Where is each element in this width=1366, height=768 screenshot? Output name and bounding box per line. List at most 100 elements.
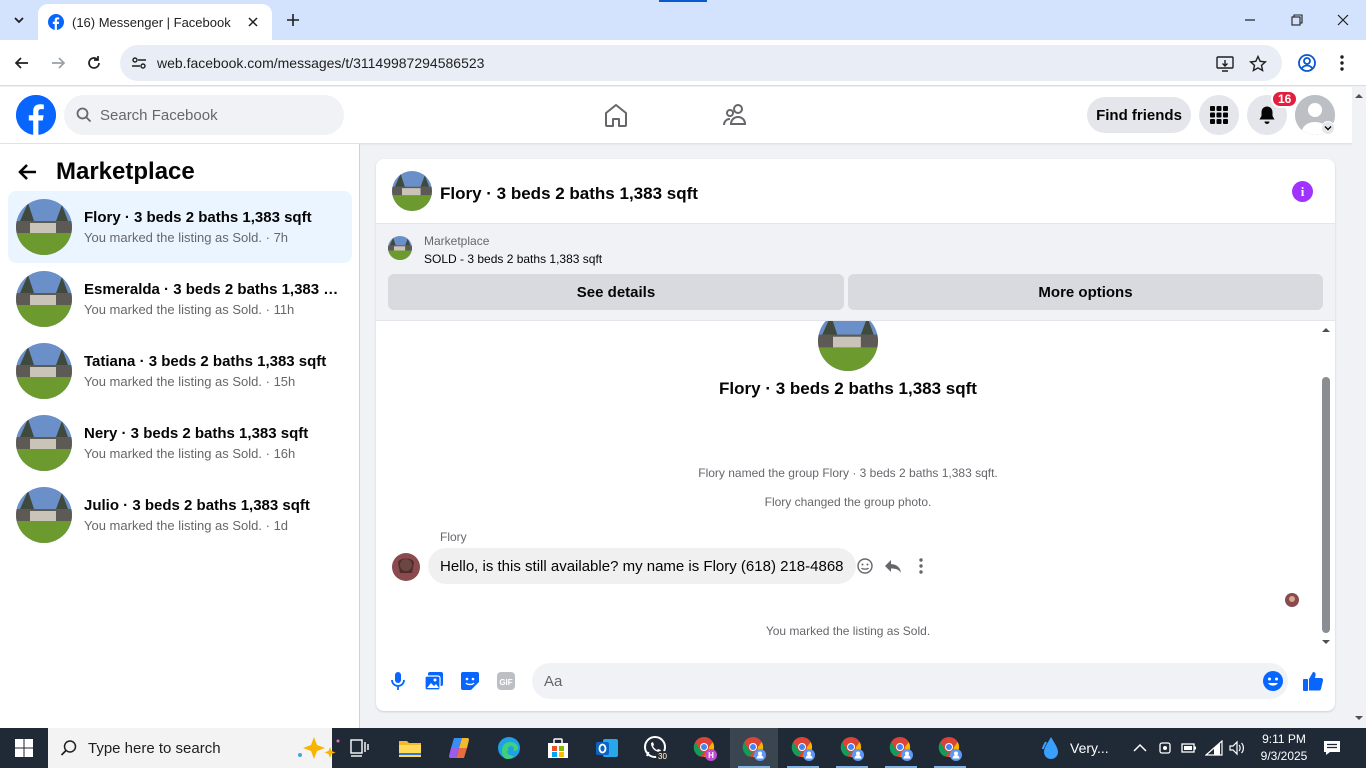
chrome-window-icon[interactable]: [828, 728, 876, 768]
message-composer: GIF: [376, 655, 1335, 711]
notification-count-badge: 16: [1271, 90, 1299, 108]
listing-photo-thumbnail: [16, 199, 72, 255]
info-icon[interactable]: i: [1292, 181, 1313, 202]
wifi-icon[interactable]: [1205, 728, 1223, 768]
search-icon: [76, 107, 92, 123]
more-options-button[interactable]: More options: [848, 274, 1323, 310]
conversation-name: Nery · 3 beds 2 baths 1,383 sqft: [84, 425, 309, 442]
see-details-button[interactable]: See details: [388, 274, 844, 310]
thread-scrollbar[interactable]: [1319, 321, 1333, 649]
restore-icon[interactable]: [1287, 10, 1307, 30]
tab-close-icon[interactable]: [244, 13, 262, 31]
minimize-icon[interactable]: [1240, 10, 1260, 30]
whatsapp-icon[interactable]: 30: [632, 728, 680, 768]
sticker-icon[interactable]: [458, 669, 482, 693]
conversation-name: Tatiana · 3 beds 2 baths 1,383 sqft: [84, 353, 327, 370]
chat-group-photo[interactable]: [392, 171, 432, 211]
page-title: Marketplace: [56, 158, 195, 185]
close-window-icon[interactable]: [1333, 10, 1353, 30]
taskbar-search-input[interactable]: [88, 739, 268, 757]
svg-text:GIF: GIF: [499, 678, 512, 687]
clock-date: 9/3/2025: [1260, 749, 1308, 763]
chrome-window-active-icon[interactable]: [730, 728, 778, 768]
conversation-item-flory[interactable]: Flory · 3 beds 2 baths 1,383 sqft You ma…: [8, 191, 352, 263]
volume-icon[interactable]: [1228, 728, 1246, 768]
sender-avatar[interactable]: [392, 553, 420, 581]
conversation-item-nery[interactable]: Nery · 3 beds 2 baths 1,383 sqft You mar…: [8, 407, 352, 479]
notification-center-icon[interactable]: [1323, 728, 1341, 768]
battery-icon[interactable]: [1181, 728, 1197, 768]
bookmark-star-icon[interactable]: [1248, 54, 1268, 74]
message-input[interactable]: [532, 663, 1288, 699]
whatsapp-badge: 30: [658, 752, 667, 761]
microsoft-store-icon[interactable]: [534, 728, 582, 768]
facebook-search-box[interactable]: [64, 95, 344, 135]
chat-title[interactable]: Flory · 3 beds 2 baths 1,383 sqft: [440, 184, 698, 204]
conversation-item-tatiana[interactable]: Tatiana · 3 beds 2 baths 1,383 sqft You …: [8, 335, 352, 407]
task-view-icon[interactable]: [336, 728, 384, 768]
profile-icon[interactable]: [1297, 53, 1317, 73]
reply-arrow-icon[interactable]: [883, 556, 903, 576]
meet-now-icon[interactable]: [1157, 728, 1173, 768]
weather-widget[interactable]: Very...: [1040, 728, 1109, 768]
conversation-preview: You marked the listing as Sold. · 16h: [84, 446, 296, 461]
marketplace-conversations-panel: Marketplace Flory · 3 beds 2 baths 1,383…: [0, 144, 360, 728]
back-arrow-icon[interactable]: [18, 162, 38, 182]
conversation-item-esmeralda[interactable]: Esmeralda · 3 beds 2 baths 1,383 s... Yo…: [8, 263, 352, 335]
chrome-window-icon[interactable]: [877, 728, 925, 768]
chrome-window-icon[interactable]: [779, 728, 827, 768]
copilot-app-icon[interactable]: [435, 728, 483, 768]
browser-menu-icon[interactable]: [1332, 53, 1352, 73]
gif-icon[interactable]: GIF: [494, 669, 518, 693]
account-chevron-down-icon[interactable]: [1321, 121, 1335, 135]
facebook-logo-icon[interactable]: [16, 95, 56, 135]
forward-arrow-icon[interactable]: [46, 51, 70, 75]
system-message: Flory named the group Flory · 3 beds 2 b…: [698, 466, 998, 480]
taskbar-search-box[interactable]: [48, 728, 340, 768]
menu-grid-icon[interactable]: [1199, 95, 1239, 135]
outlook-icon[interactable]: [583, 728, 631, 768]
system-clock[interactable]: 9:11 PM 9/3/2025: [1254, 731, 1314, 765]
back-arrow-icon[interactable]: [10, 51, 34, 75]
chrome-window-icon[interactable]: [926, 728, 974, 768]
more-options-dots-icon[interactable]: [911, 556, 931, 576]
browser-tab-bar: (16) Messenger | Facebook: [0, 0, 1366, 40]
edge-browser-icon[interactable]: [485, 728, 533, 768]
thread-scrollbar-thumb[interactable]: [1322, 377, 1330, 633]
show-hidden-icons-chevron-icon[interactable]: [1133, 728, 1147, 768]
group-photo: [818, 321, 878, 371]
browser-tab-messenger[interactable]: (16) Messenger | Facebook: [38, 4, 272, 40]
page-scrollbar[interactable]: [1352, 87, 1366, 728]
listing-photo-thumbnail: [16, 415, 72, 471]
listing-thumbnail: [388, 236, 412, 260]
thumbs-up-icon[interactable]: [1301, 669, 1325, 693]
chrome-profile-h-icon[interactable]: H: [681, 728, 729, 768]
conversation-preview: You marked the listing as Sold. · 1d: [84, 518, 289, 533]
windows-start-icon[interactable]: [0, 728, 48, 768]
listing-photo-thumbnail: [16, 487, 72, 543]
file-explorer-icon[interactable]: [386, 728, 434, 768]
thread-title: Flory · 3 beds 2 baths 1,383 sqft: [719, 379, 977, 398]
listing-photo-thumbnail: [16, 343, 72, 399]
install-app-icon[interactable]: [1215, 54, 1235, 74]
tab-search-chevron-icon[interactable]: [6, 8, 32, 32]
new-tab-plus-icon[interactable]: [282, 9, 304, 31]
react-smiley-icon[interactable]: [855, 556, 875, 576]
facebook-favicon-icon: [48, 14, 64, 30]
facebook-search-input[interactable]: [100, 95, 330, 135]
tab-strip-indicator: [659, 0, 707, 2]
conversation-item-julio[interactable]: Julio · 3 beds 2 baths 1,383 sqft You ma…: [8, 479, 352, 551]
microphone-icon[interactable]: [386, 669, 410, 693]
listing-status: SOLD - 3 beds 2 baths 1,383 sqft: [424, 252, 603, 266]
emoji-icon[interactable]: [1261, 669, 1285, 693]
message-bubble[interactable]: Hello, is this still available? my name …: [428, 548, 856, 584]
conversation-preview: You marked the listing as Sold. · 7h: [84, 230, 289, 245]
home-nav-icon[interactable]: [602, 101, 630, 129]
photo-attach-icon[interactable]: [422, 669, 446, 693]
reload-icon[interactable]: [82, 51, 106, 75]
site-settings-icon[interactable]: [130, 54, 148, 72]
address-bar[interactable]: web.facebook.com/messages/t/311499872945…: [120, 45, 1282, 81]
tab-title: (16) Messenger | Facebook: [72, 14, 231, 30]
find-friends-button[interactable]: Find friends: [1087, 97, 1191, 133]
friends-nav-icon[interactable]: [721, 101, 749, 129]
